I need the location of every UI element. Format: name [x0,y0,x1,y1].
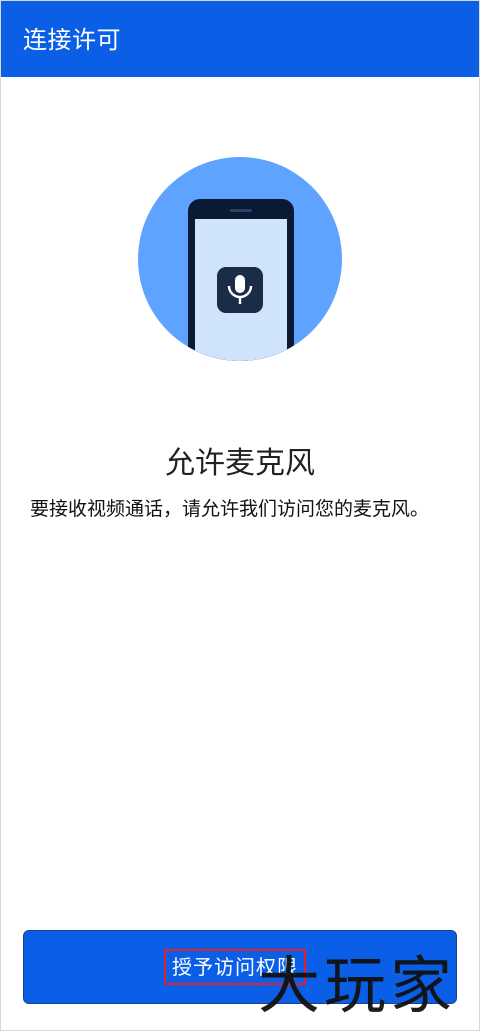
app-bar-title: 连接许可 [23,26,121,54]
app-bar: 连接许可 [1,1,479,77]
permission-heading: 允许麦克风 [165,446,315,481]
watermark: 大玩家 [258,949,457,1022]
permission-description: 要接收视频通话，请允许我们访问您的麦克风。 [30,498,430,520]
microphone-permission-illustration [138,157,342,361]
microphone-icon [217,267,263,313]
